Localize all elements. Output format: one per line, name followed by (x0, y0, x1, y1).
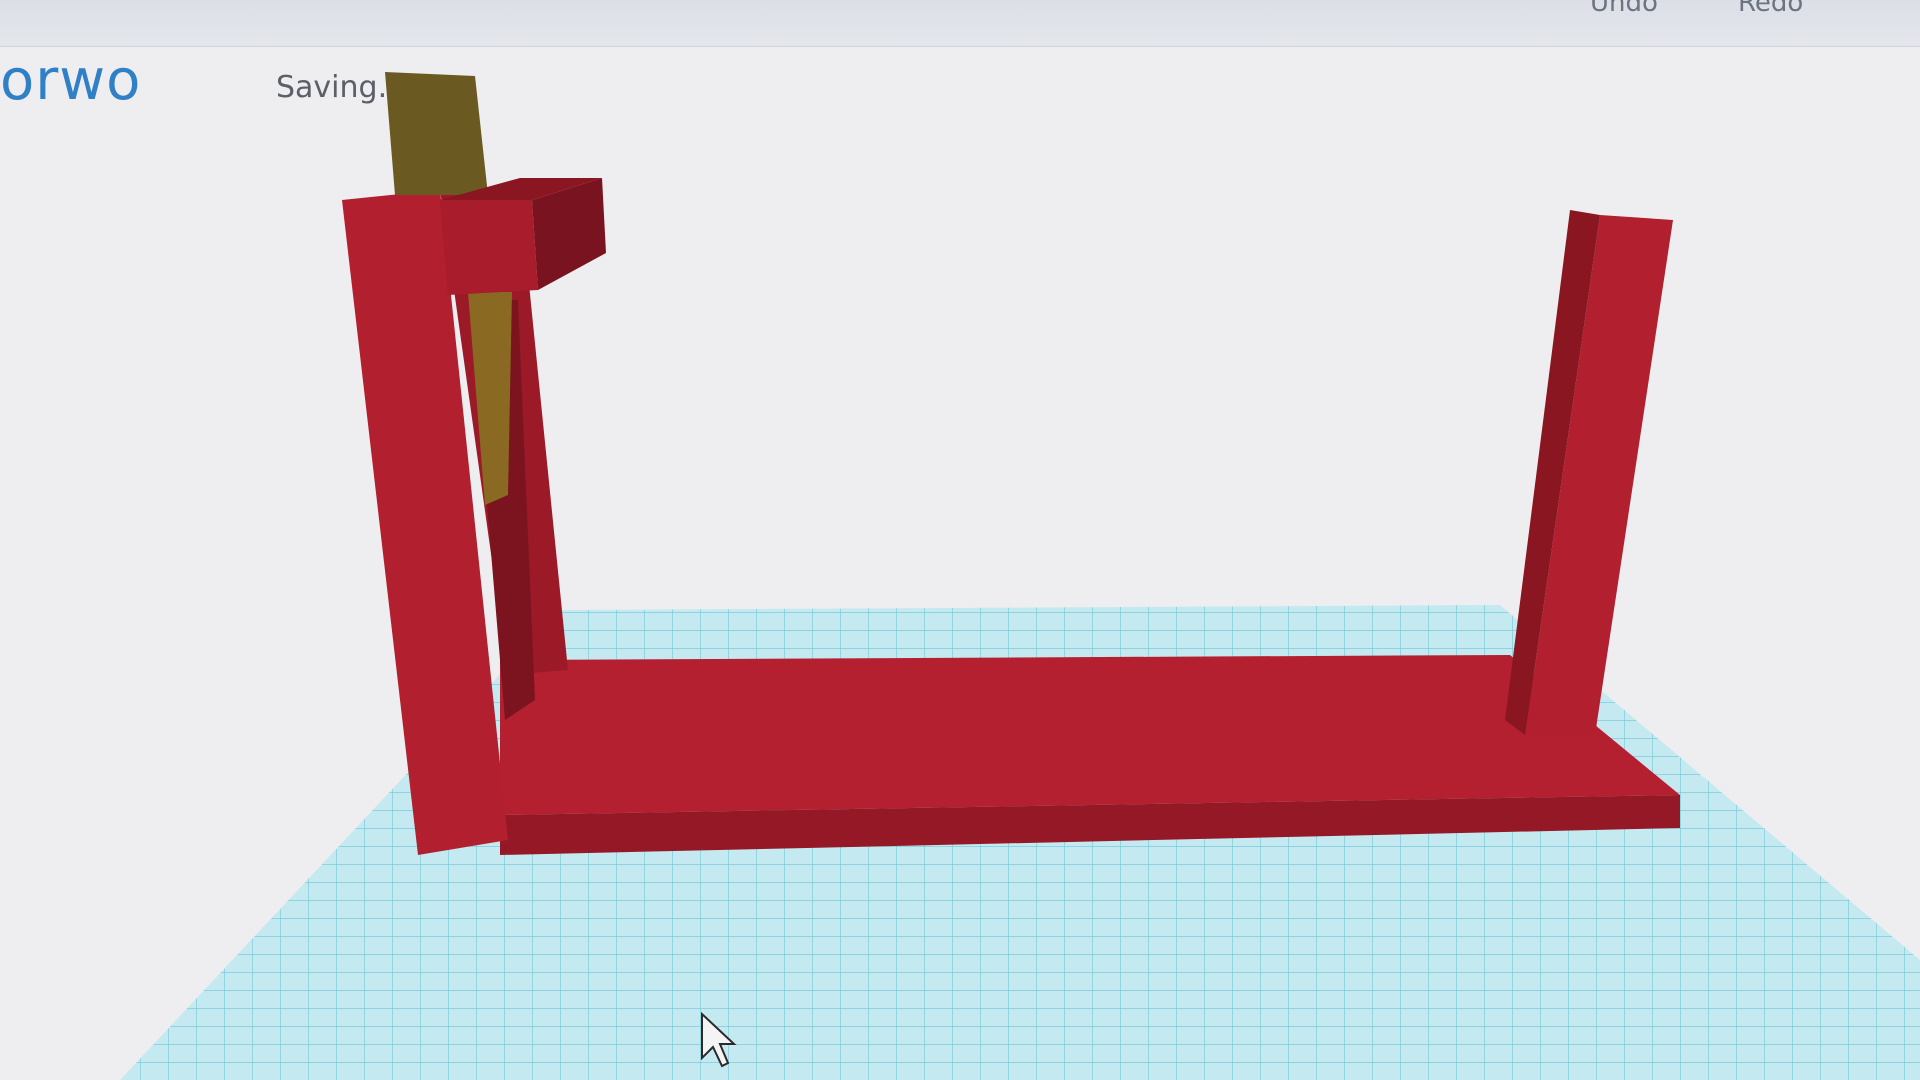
base-plate-top[interactable] (500, 655, 1680, 815)
slot-insert-panel[interactable] (385, 72, 488, 195)
top-block-front[interactable] (440, 200, 538, 295)
3d-viewport[interactable] (0, 0, 1920, 1080)
